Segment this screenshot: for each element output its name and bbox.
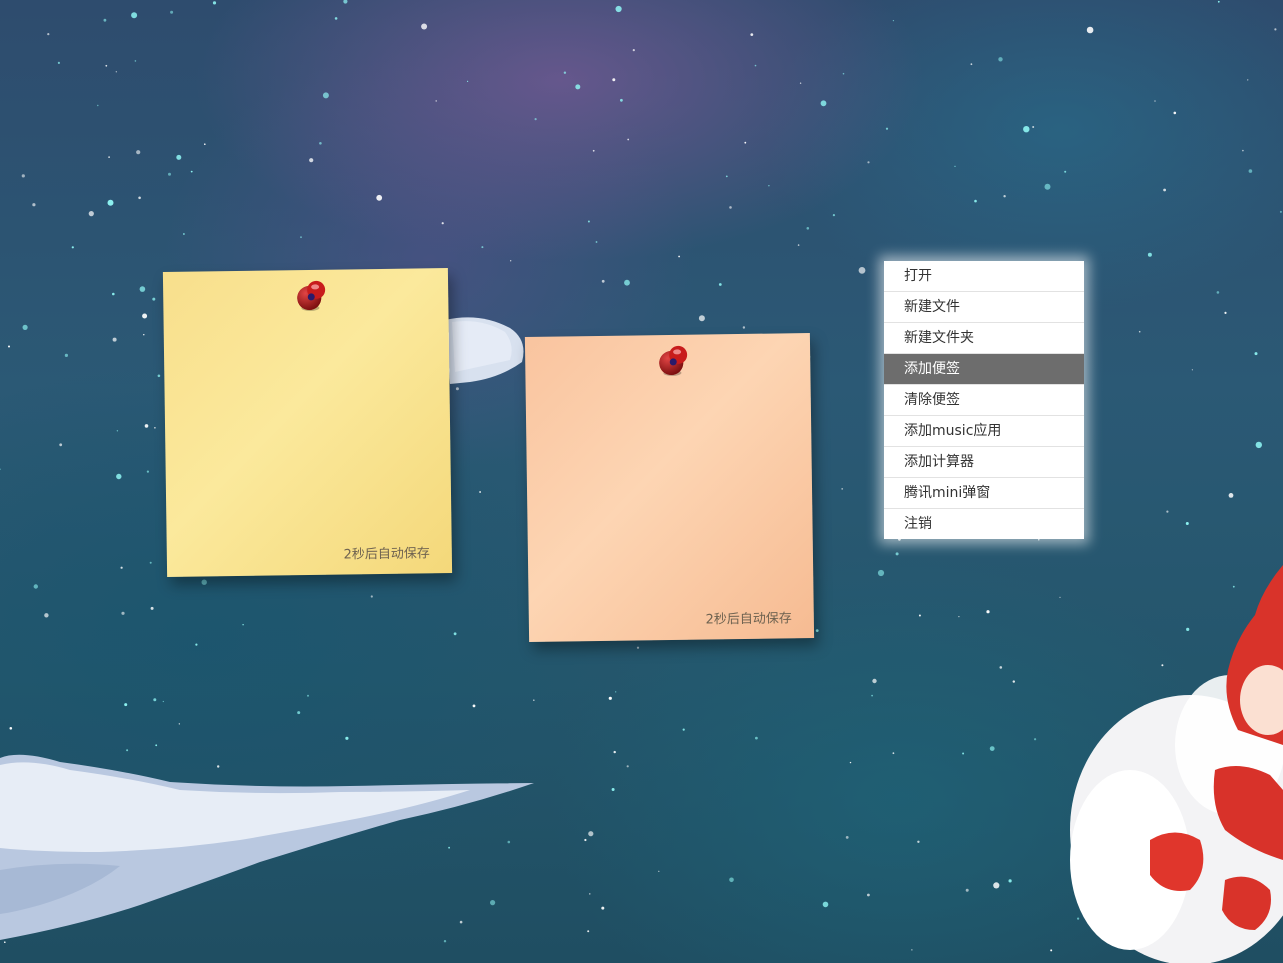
desktop[interactable]: 2秒后自动保存 2秒后自动保存 打开 新建文件 新建文件夹 添加便签 清除便签 … [0, 0, 1283, 963]
autosave-status: 2秒后自动保存 [705, 611, 792, 628]
note-textarea[interactable] [177, 318, 440, 536]
menu-item-new-folder[interactable]: 新建文件夹 [884, 323, 1084, 354]
menu-item-add-note[interactable]: 添加便签 [884, 354, 1084, 385]
context-menu: 打开 新建文件 新建文件夹 添加便签 清除便签 添加music应用 添加计算器 … [884, 261, 1084, 539]
menu-item-clear-notes[interactable]: 清除便签 [884, 385, 1084, 416]
note-textarea[interactable] [539, 383, 802, 601]
sticky-note[interactable]: 2秒后自动保存 [162, 268, 453, 577]
pushpin-icon [297, 280, 326, 311]
menu-item-new-file[interactable]: 新建文件 [884, 292, 1084, 323]
menu-item-logout[interactable]: 注销 [884, 509, 1084, 539]
pushpin-icon [659, 345, 688, 376]
menu-item-tencent-mini-popup[interactable]: 腾讯mini弹窗 [884, 478, 1084, 509]
menu-item-add-music-app[interactable]: 添加music应用 [884, 416, 1084, 447]
menu-item-add-calculator[interactable]: 添加计算器 [884, 447, 1084, 478]
sticky-note[interactable]: 2秒后自动保存 [524, 333, 815, 642]
autosave-status: 2秒后自动保存 [343, 546, 430, 563]
menu-item-open[interactable]: 打开 [884, 261, 1084, 292]
